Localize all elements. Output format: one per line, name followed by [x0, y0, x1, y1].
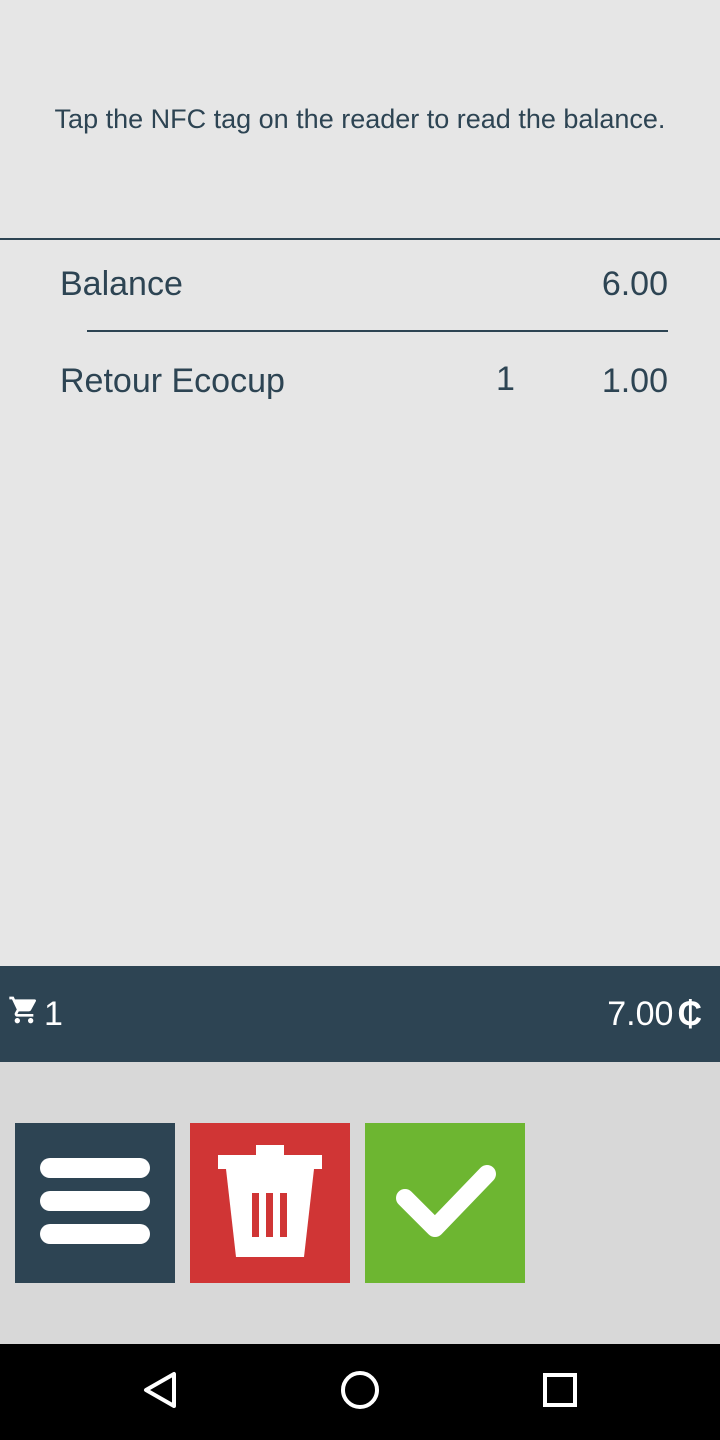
- item-label: Retour Ecocup: [60, 362, 285, 400]
- balance-label: Balance: [60, 264, 183, 303]
- delete-button[interactable]: [190, 1123, 350, 1283]
- instructions-text: Tap the NFC tag on the reader to read th…: [0, 0, 720, 240]
- menu-button[interactable]: [15, 1123, 175, 1283]
- nav-back-button[interactable]: [136, 1368, 184, 1416]
- menu-icon: [40, 1157, 150, 1249]
- confirm-button[interactable]: [365, 1123, 525, 1283]
- instructions-label: Tap the NFC tag on the reader to read th…: [54, 103, 666, 134]
- item-quantity: 1: [496, 360, 515, 398]
- cart-total: 7.00: [607, 994, 674, 1033]
- back-triangle-icon: [140, 1370, 180, 1415]
- item-amount: 1.00: [601, 362, 668, 400]
- cart-bar[interactable]: 1 7.00 ₵: [0, 966, 720, 1062]
- nav-home-button[interactable]: [336, 1368, 384, 1416]
- balance-row: Balance 6.00: [60, 262, 668, 306]
- recents-square-icon: [540, 1370, 580, 1415]
- trash-icon: [218, 1144, 322, 1262]
- nav-recents-button[interactable]: [536, 1368, 584, 1416]
- cart-icon: [8, 994, 40, 1035]
- balance-value: 6.00: [601, 264, 668, 303]
- cart-count: 1: [44, 994, 63, 1033]
- cart-total-group: 7.00 ₵: [607, 995, 702, 1034]
- list-item[interactable]: Retour Ecocup 1 1.00: [60, 360, 668, 406]
- divider: [87, 330, 668, 332]
- currency-symbol: ₵: [677, 994, 702, 1033]
- check-icon: [393, 1162, 497, 1245]
- home-circle-icon: [340, 1370, 380, 1415]
- system-nav-bar: [0, 1344, 720, 1440]
- action-buttons: [0, 1062, 720, 1344]
- cart-summary: 1: [8, 994, 63, 1035]
